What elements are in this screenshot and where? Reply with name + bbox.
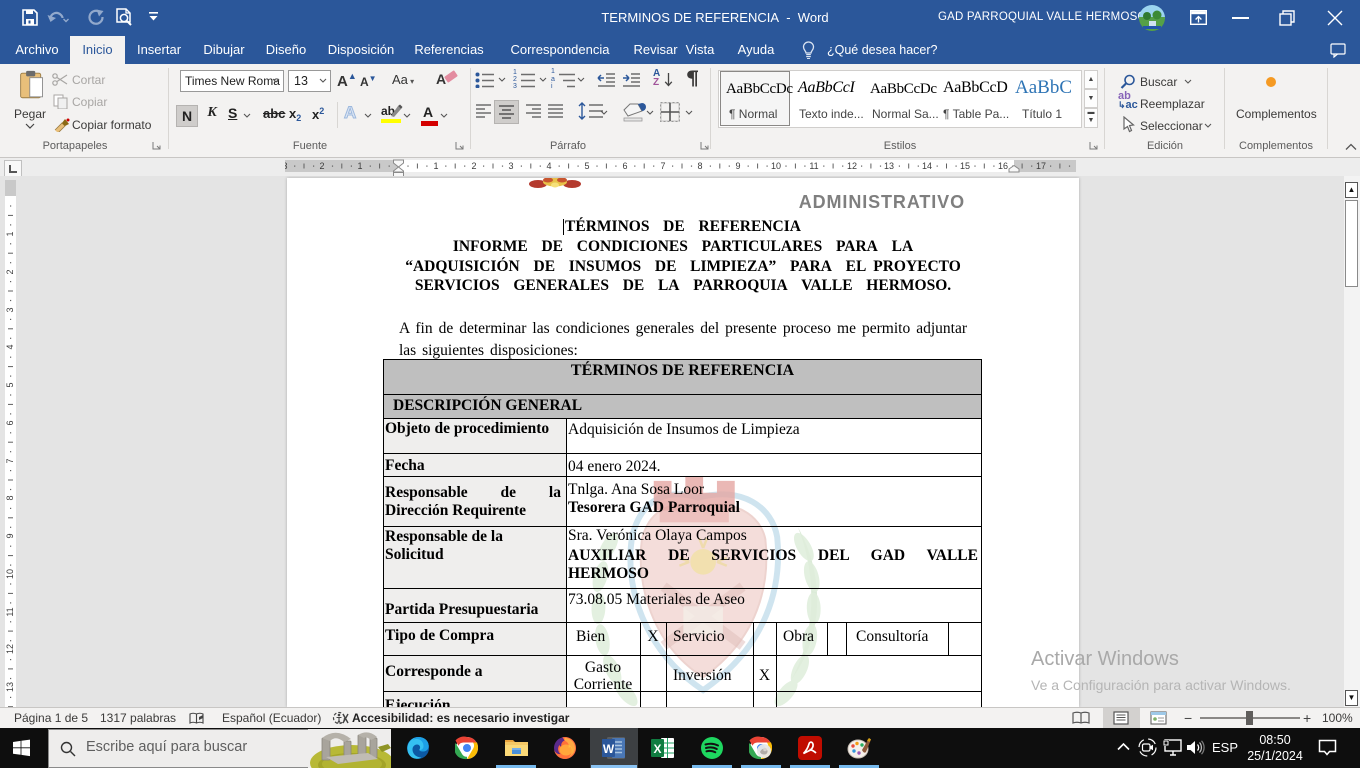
svg-text:2: 2 [5,269,15,274]
svg-text:12: 12 [847,161,857,171]
svg-text:7: 7 [660,161,665,171]
svg-text:4: 4 [5,344,15,349]
svg-text:13: 13 [5,682,15,692]
svg-text:5: 5 [584,161,589,171]
svg-text:6: 6 [5,420,15,425]
svg-text:3: 3 [508,161,513,171]
svg-text:9: 9 [735,161,740,171]
svg-text:2: 2 [319,161,324,171]
svg-text:16: 16 [998,161,1008,171]
svg-text:1: 1 [357,161,362,171]
svg-text:W: W [603,742,615,756]
svg-text:8: 8 [5,495,15,500]
svg-text:8: 8 [697,161,702,171]
svg-text:6: 6 [622,161,627,171]
svg-text:7: 7 [5,458,15,463]
svg-text:10: 10 [771,161,781,171]
svg-text:15: 15 [960,161,970,171]
svg-text:4: 4 [546,161,551,171]
svg-text:14: 14 [922,161,932,171]
svg-text:10: 10 [5,569,15,579]
svg-text:3: 3 [5,307,15,312]
svg-text:11: 11 [5,607,15,616]
svg-text:17: 17 [1036,161,1046,171]
svg-text:12: 12 [5,644,15,654]
svg-text:X: X [653,742,661,756]
svg-text:13: 13 [884,161,894,171]
svg-text:2: 2 [471,161,476,171]
svg-text:9: 9 [5,533,15,538]
svg-text:11: 11 [809,161,818,171]
svg-text:1: 1 [433,161,438,171]
svg-text:5: 5 [5,382,15,387]
svg-text:1: 1 [5,231,15,236]
svg-text:3: 3 [285,161,288,171]
